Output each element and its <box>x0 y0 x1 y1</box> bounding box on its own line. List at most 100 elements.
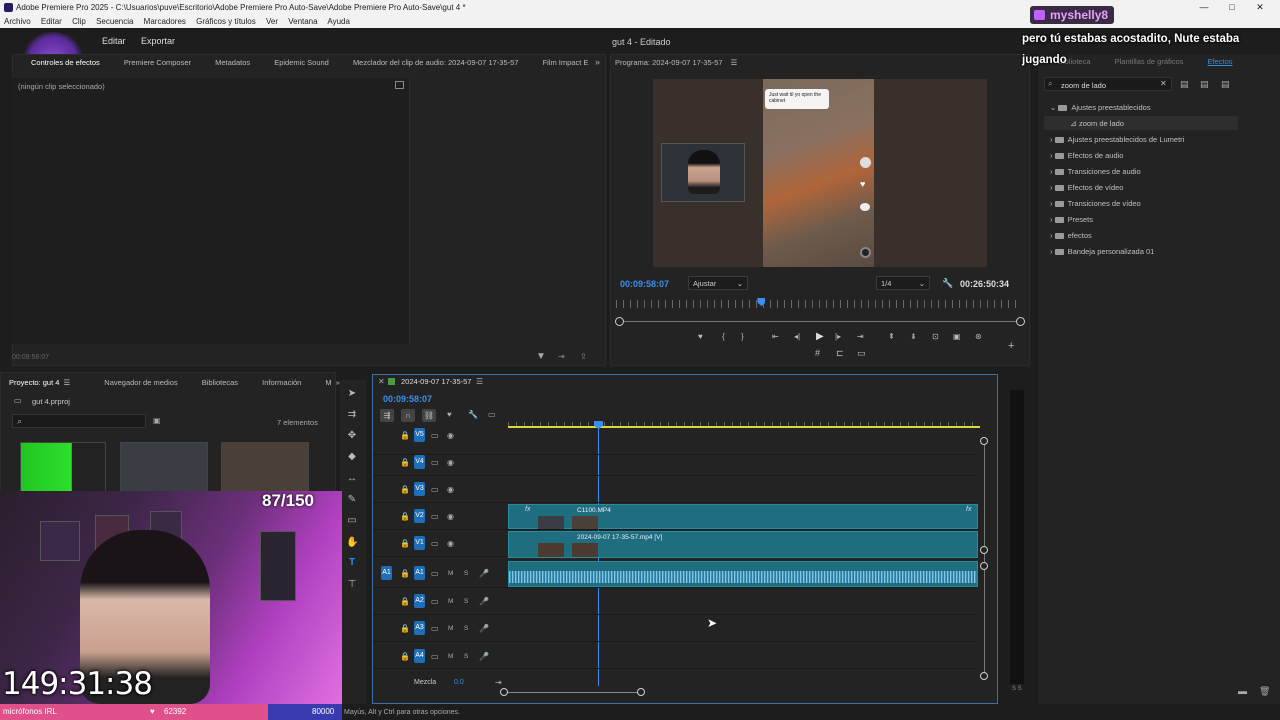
close-sequence-icon[interactable]: ✕ <box>378 377 385 386</box>
lock-icon[interactable]: 🔒 <box>400 512 410 521</box>
ripple-edit-tool-icon[interactable]: ✥ <box>346 430 358 442</box>
clip-c1100[interactable]: C1100.MP4 fx fx <box>508 504 978 529</box>
button-editor-icon[interactable]: + <box>1008 340 1014 352</box>
fx-efectos-audio[interactable]: › Efectos de audio <box>1050 151 1123 160</box>
eye-icon[interactable]: ◉ <box>447 539 454 548</box>
lock-icon[interactable]: 🔒 <box>400 597 410 606</box>
project-menu-icon[interactable]: ☰ <box>63 378 70 387</box>
track-v3[interactable]: V3 <box>414 482 425 496</box>
editar-tab[interactable]: Editar <box>102 36 126 46</box>
microphone-icon[interactable]: 🎤 <box>479 569 489 578</box>
thumb-greenscreen[interactable] <box>20 442 106 492</box>
menu-clip[interactable]: Clip <box>72 17 86 26</box>
zoom-handle-right[interactable] <box>1016 317 1025 326</box>
tab-informacion[interactable]: Información <box>262 378 301 387</box>
mute-button[interactable]: M <box>448 598 453 605</box>
solo-button[interactable]: S <box>464 598 468 605</box>
trash-icon[interactable]: 🗑 <box>1259 686 1270 697</box>
wrench-icon[interactable]: 🔧 <box>942 278 953 289</box>
panel-layout-icon[interactable] <box>395 81 404 89</box>
filter-icon[interactable]: ▼ <box>536 351 546 362</box>
fx-zoom-de-lado[interactable]: ⊿ zoom de lado <box>1070 119 1124 128</box>
safe-margins-icon[interactable]: # <box>815 348 820 358</box>
selection-tool-icon[interactable]: ➤ <box>346 388 358 400</box>
go-to-out-icon[interactable]: ⇥ <box>857 332 864 341</box>
resolution-dropdown[interactable]: 1/4 ⌄ <box>876 276 930 290</box>
fx-efectos[interactable]: › efectos <box>1050 231 1092 240</box>
comparison-icon[interactable]: ▣ <box>953 332 961 341</box>
lock-icon[interactable]: 🔒 <box>400 458 410 467</box>
go-to-in-icon[interactable]: ⇤ <box>772 332 779 341</box>
vr-icon[interactable]: ⊛ <box>975 332 982 341</box>
lock-icon[interactable]: 🔒 <box>400 431 410 440</box>
tab-proyecto[interactable]: Proyecto: gut 4 <box>9 378 59 387</box>
proxy-icon[interactable]: ⊏ <box>836 348 844 359</box>
thumb-webcam-1[interactable] <box>120 442 208 492</box>
tab-effect-controls[interactable]: Controles de efectos <box>31 58 100 67</box>
add-marker-icon[interactable]: ♥ <box>447 410 452 419</box>
sync-lock-icon[interactable]: ▭ <box>431 597 439 606</box>
fx-presets[interactable]: › Presets <box>1050 215 1093 224</box>
hand-tool-icon[interactable]: ✋ <box>346 537 358 549</box>
step-back-icon[interactable]: ◂| <box>794 332 800 341</box>
extract-icon[interactable]: ⇟ <box>910 332 917 341</box>
scroll-handle[interactable] <box>980 562 988 570</box>
track-v1[interactable]: V1 <box>414 536 425 550</box>
play-icon[interactable]: ▶ <box>816 331 824 342</box>
track-select-tool-icon[interactable]: ⇉ <box>346 409 358 421</box>
effects-search-input[interactable]: zoom de lado <box>1061 81 1106 90</box>
vertical-scrollbar[interactable] <box>984 440 985 676</box>
camera-icon[interactable]: ⊡ <box>932 332 939 341</box>
sync-lock-icon[interactable]: ▭ <box>431 512 439 521</box>
zoom-handle-left[interactable] <box>615 317 624 326</box>
sequence-tab[interactable]: 2024-09-07 17-35-57 <box>401 377 471 386</box>
mute-button[interactable]: M <box>448 653 453 660</box>
overlay-icon[interactable]: ▭ <box>857 348 866 359</box>
source-patch-a1[interactable]: A1 <box>381 566 392 580</box>
lock-icon[interactable]: 🔒 <box>400 485 410 494</box>
eye-icon[interactable]: ◉ <box>447 458 454 467</box>
sync-lock-icon[interactable]: ▭ <box>431 624 439 633</box>
32bit-effects-icon[interactable]: ▤ <box>1200 79 1209 90</box>
add-marker-icon[interactable]: ♥ <box>698 332 703 341</box>
exportar-tab[interactable]: Exportar <box>141 36 175 46</box>
track-v2[interactable]: V2 <box>414 509 425 523</box>
mute-button[interactable]: M <box>448 625 453 632</box>
tab-audio-clip-mixer[interactable]: Mezclador del clip de audio: 2024-09-07 … <box>353 58 519 67</box>
menu-secuencia[interactable]: Secuencia <box>96 17 133 26</box>
sync-lock-icon[interactable]: ▭ <box>431 431 439 440</box>
razor-tool-icon[interactable]: ◆ <box>346 451 358 463</box>
track-v4[interactable]: V4 <box>414 455 425 469</box>
fx-bandeja[interactable]: › Bandeja personalizada 01 <box>1050 247 1154 256</box>
effects-search-box[interactable]: ⌕ zoom de lado ✕ <box>1044 77 1172 91</box>
tab-epidemic-sound[interactable]: Epidemic Sound <box>274 58 329 67</box>
linked-selection-icon[interactable]: ⛓ <box>422 409 436 422</box>
microphone-icon[interactable]: 🎤 <box>479 652 489 661</box>
sync-lock-icon[interactable]: ▭ <box>431 458 439 467</box>
type-tool-icon[interactable]: T <box>346 557 358 569</box>
new-search-bin-icon[interactable]: ▣ <box>153 416 161 425</box>
fit-dropdown[interactable]: Ajustar ⌄ <box>688 276 748 290</box>
slip-tool-icon[interactable]: ↔ <box>346 473 358 485</box>
mark-out-icon[interactable]: } <box>741 332 744 341</box>
panel-overflow-icon[interactable]: » <box>595 57 600 67</box>
thumb-webcam-2[interactable] <box>221 442 309 492</box>
microphone-icon[interactable]: 🎤 <box>479 597 489 606</box>
scroll-handle[interactable] <box>980 437 988 445</box>
menu-marcadores[interactable]: Marcadores <box>144 17 186 26</box>
play-audio-icon[interactable]: ⇥ <box>558 352 565 361</box>
solo-button[interactable]: S <box>464 653 468 660</box>
tab-premiere-composer[interactable]: Premiere Composer <box>124 58 191 67</box>
menu-archivo[interactable]: Archivo <box>4 17 31 26</box>
snap-icon[interactable]: ∩ <box>401 409 415 422</box>
sync-lock-icon[interactable]: ▭ <box>431 652 439 661</box>
program-menu-icon[interactable]: ☰ <box>731 58 738 67</box>
program-zoom-bar[interactable] <box>620 321 1020 322</box>
lock-icon[interactable]: 🔒 <box>400 569 410 578</box>
close-button[interactable]: ✕ <box>1246 0 1274 15</box>
tab-more[interactable]: M <box>325 378 331 387</box>
track-a3[interactable]: A3 <box>414 621 425 635</box>
project-search-input[interactable]: ⌕ <box>12 414 146 428</box>
clip-main-audio[interactable] <box>508 561 978 587</box>
lift-icon[interactable]: ⇞ <box>888 332 895 341</box>
